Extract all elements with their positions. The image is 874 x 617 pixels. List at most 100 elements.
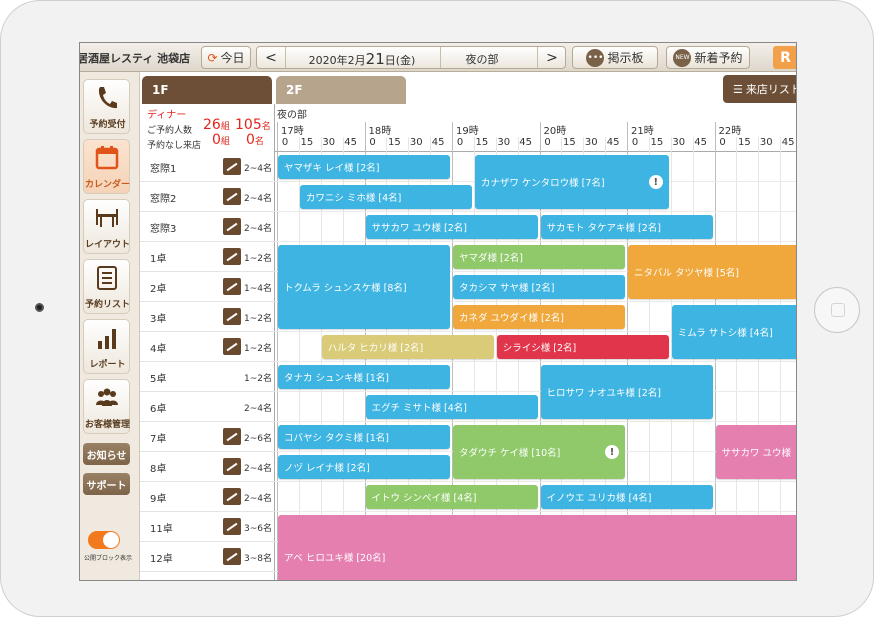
table-row[interactable]: 7卓 2~6名 — [140, 422, 275, 452]
reservation-block[interactable]: ヒロサワ ナオユキ様 [2名] — [540, 365, 713, 419]
prev-day-button[interactable]: < — [257, 47, 285, 68]
reservation-block[interactable]: カワニシ ミホ様 [4名] — [299, 185, 472, 209]
table-capacity: 1~2名 — [244, 344, 272, 354]
table-row[interactable]: 5卓 1~2名 — [140, 362, 275, 392]
phone-icon — [98, 87, 117, 109]
quarter-label: 15 — [475, 137, 489, 148]
hour-label: 20時 — [543, 126, 567, 137]
reservation-block[interactable]: ササカワ ユウ様 [2名] — [365, 215, 538, 239]
reservation-label: サカモト タケアキ様 [2名] — [546, 223, 662, 234]
new-badge-icon: NEW — [673, 48, 692, 67]
reserved-people: 105名 — [235, 117, 271, 133]
floor-tabs: 1F 2F ☰ 来店リスト — [140, 72, 796, 104]
today-button[interactable]: ⟳ 今日 — [201, 46, 251, 69]
reservation-block[interactable]: サカモト タケアキ様 [2名] — [540, 215, 713, 239]
nav-label: レイアウト — [84, 240, 130, 250]
table-column: ディナー ご予約人数 26組 105名 予約なし来店 0組 0名 窓際1 2~4名… — [140, 104, 275, 580]
no-smoking-icon — [223, 308, 241, 325]
table-row[interactable]: 9卓 2~4名 — [140, 482, 275, 512]
store-name: 居酒屋レスティ 池袋店 — [79, 52, 191, 65]
table-capacity: 1~4名 — [244, 284, 272, 294]
walkin-label: 予約なし来店 — [147, 141, 202, 151]
public-block-toggle[interactable] — [88, 531, 120, 549]
reservation-block[interactable]: ハルタ ヒカリ様 [2名] — [321, 335, 494, 359]
reservation-block[interactable]: カネダ ユウダイ様 [2名] — [453, 305, 625, 329]
reservation-block[interactable]: ニタバル タツヤ様 [5名] — [628, 245, 796, 299]
table-name: 窓際2 — [150, 194, 177, 205]
reservation-block[interactable]: カナザワ ケンタロウ様 [7名]! — [474, 155, 669, 209]
home-button[interactable] — [814, 287, 860, 333]
board-label: 掲示板 — [607, 51, 644, 65]
session-selector[interactable]: 夜の部 — [442, 51, 522, 67]
reservation-block[interactable]: イノウエ ユリカ様 [4名] — [540, 485, 713, 509]
toggle-label: 公開ブロック表示 — [83, 555, 132, 562]
reserved-groups: 26組 — [203, 117, 230, 133]
nav-customers[interactable]: お客様管理 — [83, 379, 130, 434]
reservation-block[interactable]: イトウ シンペイ様 [4名] — [365, 485, 538, 509]
table-row[interactable]: 6卓 2~4名 — [140, 392, 275, 422]
no-smoking-icon — [223, 278, 241, 295]
quarter-label: 45 — [519, 137, 532, 148]
reservation-block[interactable]: タダウチ ケイ様 [10名]! — [453, 425, 625, 479]
table-row[interactable]: 12卓 3~8名 — [140, 542, 275, 572]
table-capacity: 3~6名 — [244, 524, 272, 534]
nav-report[interactable]: レポート — [83, 319, 130, 374]
reservation-block[interactable]: ヤマザキ レイ様 [2名] — [278, 155, 450, 179]
reservation-block[interactable]: アベ ヒロユキ様 [20名] — [278, 515, 796, 580]
table-capacity: 2~4名 — [244, 404, 272, 414]
app-screen: 居酒屋レスティ 池袋店 ⟳ 今日 < 2020年2月21日(金) 夜の部 > •… — [79, 42, 797, 581]
nav-reservation-list[interactable]: 予約リスト — [83, 259, 130, 314]
quarter-label: 15 — [563, 137, 576, 148]
table-row[interactable]: 窓際2 2~4名 — [140, 182, 275, 212]
reservation-label: ヒロサワ ナオユキ様 [2名] — [546, 388, 662, 399]
table-name: 6卓 — [150, 404, 167, 415]
table-row[interactable]: 8卓 2~4名 — [140, 452, 275, 482]
table-row[interactable]: 1卓 1~2名 — [140, 242, 275, 272]
tab-floor-2[interactable]: 2F — [276, 76, 406, 104]
table-row[interactable]: 11卓 3~6名 — [140, 512, 275, 542]
notice-button[interactable]: お知らせ — [83, 443, 130, 465]
table-name: 4卓 — [150, 344, 167, 355]
quarter-label: 45 — [694, 137, 707, 148]
board-button[interactable]: ••• 掲示板 — [572, 46, 658, 69]
reservation-block[interactable]: トクムラ シュンスケ様 [8名] — [278, 245, 450, 329]
reservation-block[interactable]: ヤマダ様 [2名] — [453, 245, 625, 269]
reservation-block[interactable]: ミムラ サトシ様 [4名] — [671, 305, 796, 359]
reservation-label: コバヤシ タクミ様 [1名] — [284, 433, 389, 444]
quarter-label: 45 — [431, 137, 445, 148]
reservation-block[interactable]: タナカ シュンキ様 [1名] — [278, 365, 450, 389]
no-smoking-icon — [223, 488, 241, 505]
new-reservation-button[interactable]: NEW 新着予約 — [666, 46, 750, 69]
tab-floor-1[interactable]: 1F — [142, 76, 272, 104]
visit-list-button[interactable]: ☰ 来店リスト — [723, 75, 796, 103]
hour-label: 21時 — [631, 126, 654, 137]
side-navigation: 予約受付 カレンダー レイアウト 予約リスト レポート お客様管理 お知らせ サ… — [80, 72, 140, 580]
nav-reservation-intake[interactable]: 予約受付 — [83, 79, 130, 134]
table-row[interactable]: 3卓 1~2名 — [140, 302, 275, 332]
camera — [35, 303, 44, 312]
table-row[interactable]: 4卓 1~2名 — [140, 332, 275, 362]
hour-label: 19時 — [456, 126, 479, 137]
table-row[interactable]: 窓際3 2~4名 — [140, 212, 275, 242]
table-capacity: 2~4名 — [244, 224, 272, 234]
reservation-block[interactable]: シライシ様 [2名] — [496, 335, 669, 359]
reservation-block[interactable]: タカシマ サヤ様 [2名] — [453, 275, 625, 299]
current-date[interactable]: 2020年2月21日(金) — [287, 50, 437, 68]
table-capacity: 2~4名 — [244, 464, 272, 474]
table-row[interactable]: 2卓 1~4名 — [140, 272, 275, 302]
nav-calendar[interactable]: カレンダー — [83, 139, 130, 194]
reservation-block[interactable]: エグチ ミサト様 [4名] — [365, 395, 538, 419]
table-row[interactable]: 窓際1 2~4名 — [140, 152, 275, 182]
next-day-button[interactable]: > — [538, 47, 566, 68]
nav-layout[interactable]: レイアウト — [83, 199, 130, 254]
date-selector: < 2020年2月21日(金) 夜の部 > — [256, 46, 566, 69]
reservation-label: ノヅ レイナ様 [2名] — [284, 463, 370, 474]
support-button[interactable]: サポート — [83, 473, 130, 495]
quarter-label: 15 — [738, 137, 751, 148]
table-name: 8卓 — [150, 464, 167, 475]
reservation-block[interactable]: ササカワ ユウ様 — [715, 425, 796, 479]
quarter-label: 15 — [300, 137, 314, 148]
quarter-label: 45 — [344, 137, 357, 148]
reservation-block[interactable]: ノヅ レイナ様 [2名] — [278, 455, 450, 479]
reservation-block[interactable]: コバヤシ タクミ様 [1名] — [278, 425, 450, 449]
